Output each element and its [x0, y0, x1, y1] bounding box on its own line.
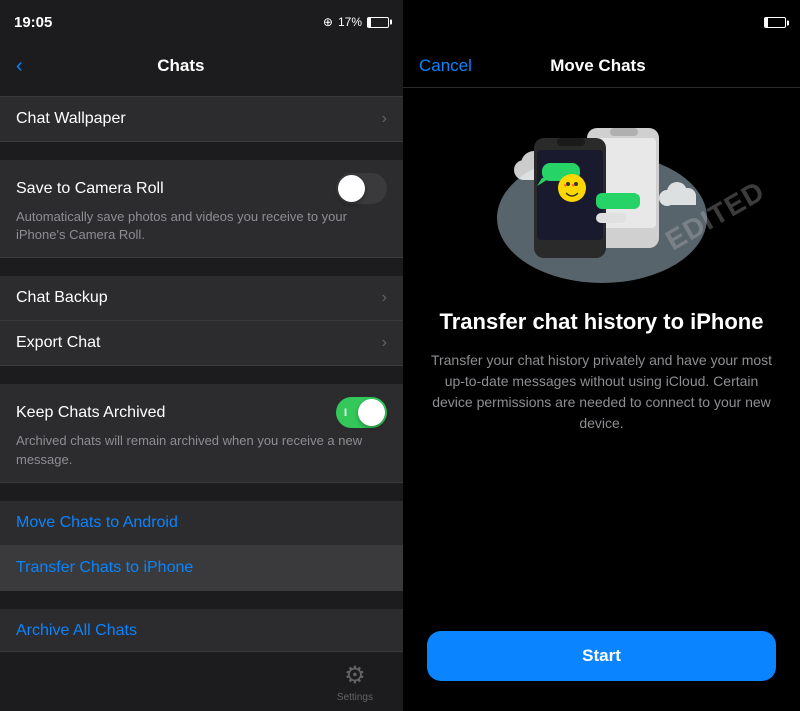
gap5 — [0, 591, 403, 609]
gear-icon: ⚙ — [344, 661, 366, 690]
gap2 — [0, 258, 403, 276]
move-chats-android-item[interactable]: Move Chats to Android — [0, 501, 403, 546]
right-nav-bar: Cancel Move Chats — [403, 44, 800, 88]
chevron-icon-2: › — [382, 289, 387, 307]
right-battery-icon — [764, 17, 786, 28]
svg-text:♥: ♥ — [564, 183, 567, 189]
gap3 — [0, 366, 403, 384]
right-content: ♥ ♥ Transfer chat history to iPhone Tran… — [403, 88, 800, 711]
toggle-row-camera: Save to Camera Roll — [16, 173, 387, 204]
export-chat-label: Export Chat — [16, 334, 382, 352]
archive-all-chats-label: Archive All Chats — [16, 622, 137, 639]
gap4 — [0, 483, 403, 501]
right-panel: 19:05 ⊕ 17% Cancel Move Chats — [403, 0, 800, 711]
right-page-title: Move Chats — [550, 56, 645, 76]
right-status-icons: ⊕ 17% — [710, 12, 786, 32]
phones-svg: ♥ ♥ — [482, 108, 722, 288]
chat-wallpaper-item[interactable]: Chat Wallpaper › — [0, 96, 403, 142]
back-button[interactable]: ‹ — [16, 56, 25, 76]
transfer-description: Transfer your chat history privately and… — [427, 350, 776, 434]
section-wallpaper: Chat Wallpaper › — [0, 96, 403, 142]
transfer-title: Transfer chat history to iPhone — [440, 308, 764, 336]
chevron-icon: › — [382, 110, 387, 128]
left-nav-bar: ‹ Chats — [0, 44, 403, 88]
right-status-bar: 19:05 ⊕ 17% — [403, 0, 800, 44]
chevron-icon-3: › — [382, 334, 387, 352]
chat-wallpaper-label: Chat Wallpaper — [16, 110, 382, 128]
back-chevron-icon: ‹ — [16, 56, 23, 76]
toggle-on-label: I — [344, 407, 347, 419]
keep-chats-archived-item: Keep Chats Archived I Archived chats wil… — [0, 384, 403, 482]
cancel-button[interactable]: Cancel — [419, 56, 472, 76]
toggle-knob-2 — [358, 399, 385, 426]
keep-chats-archived-desc: Archived chats will remain archived when… — [16, 432, 387, 468]
toggle-knob — [338, 175, 365, 202]
battery-icon — [367, 17, 389, 28]
left-time: 19:05 — [14, 14, 52, 31]
right-battery-percent: 17% — [728, 14, 760, 31]
save-camera-roll-item: Save to Camera Roll Automatically save p… — [0, 160, 403, 258]
chat-backup-item[interactable]: Chat Backup › — [0, 276, 403, 321]
left-panel: 19:05 ⊕ 17% ‹ Chats Chat Wallpaper › — [0, 0, 403, 711]
right-time: 19:05 — [417, 13, 457, 31]
transfer-chats-iphone-item[interactable]: Transfer Chats to iPhone — [0, 546, 403, 591]
export-chat-item[interactable]: Export Chat › — [0, 321, 403, 366]
chat-backup-label: Chat Backup — [16, 289, 382, 307]
page-title: Chats — [25, 56, 337, 76]
bottom-tab-bar: ⚙ Settings — [0, 651, 403, 711]
left-status-bar: 19:05 ⊕ 17% — [0, 0, 403, 44]
transfer-chats-iphone-label: Transfer Chats to iPhone — [16, 559, 193, 576]
settings-tab-label: Settings — [337, 692, 373, 703]
right-location-icon: ⊕ — [710, 14, 723, 31]
phones-illustration: ♥ ♥ — [482, 108, 722, 288]
keep-chats-archived-label: Keep Chats Archived — [16, 404, 165, 422]
svg-text:♥: ♥ — [572, 183, 575, 189]
save-camera-roll-label: Save to Camera Roll — [16, 180, 164, 198]
start-button[interactable]: Start — [427, 631, 776, 681]
toggle-row-archived: Keep Chats Archived I — [16, 397, 387, 428]
settings-list: Chat Wallpaper › Save to Camera Roll Aut… — [0, 88, 403, 651]
save-camera-roll-desc: Automatically save photos and videos you… — [16, 208, 387, 244]
move-chats-android-label: Move Chats to Android — [16, 514, 178, 531]
gap1 — [0, 142, 403, 160]
save-camera-roll-toggle[interactable] — [336, 173, 387, 204]
left-status-icons: ⊕ 17% — [323, 15, 389, 29]
settings-tab-button[interactable]: ⚙ Settings — [337, 661, 373, 703]
location-icon: ⊕ — [323, 15, 333, 29]
keep-chats-archived-toggle[interactable]: I — [336, 397, 387, 428]
left-battery-percent: 17% — [338, 15, 362, 29]
archive-all-chats-item[interactable]: Archive All Chats — [0, 609, 403, 651]
